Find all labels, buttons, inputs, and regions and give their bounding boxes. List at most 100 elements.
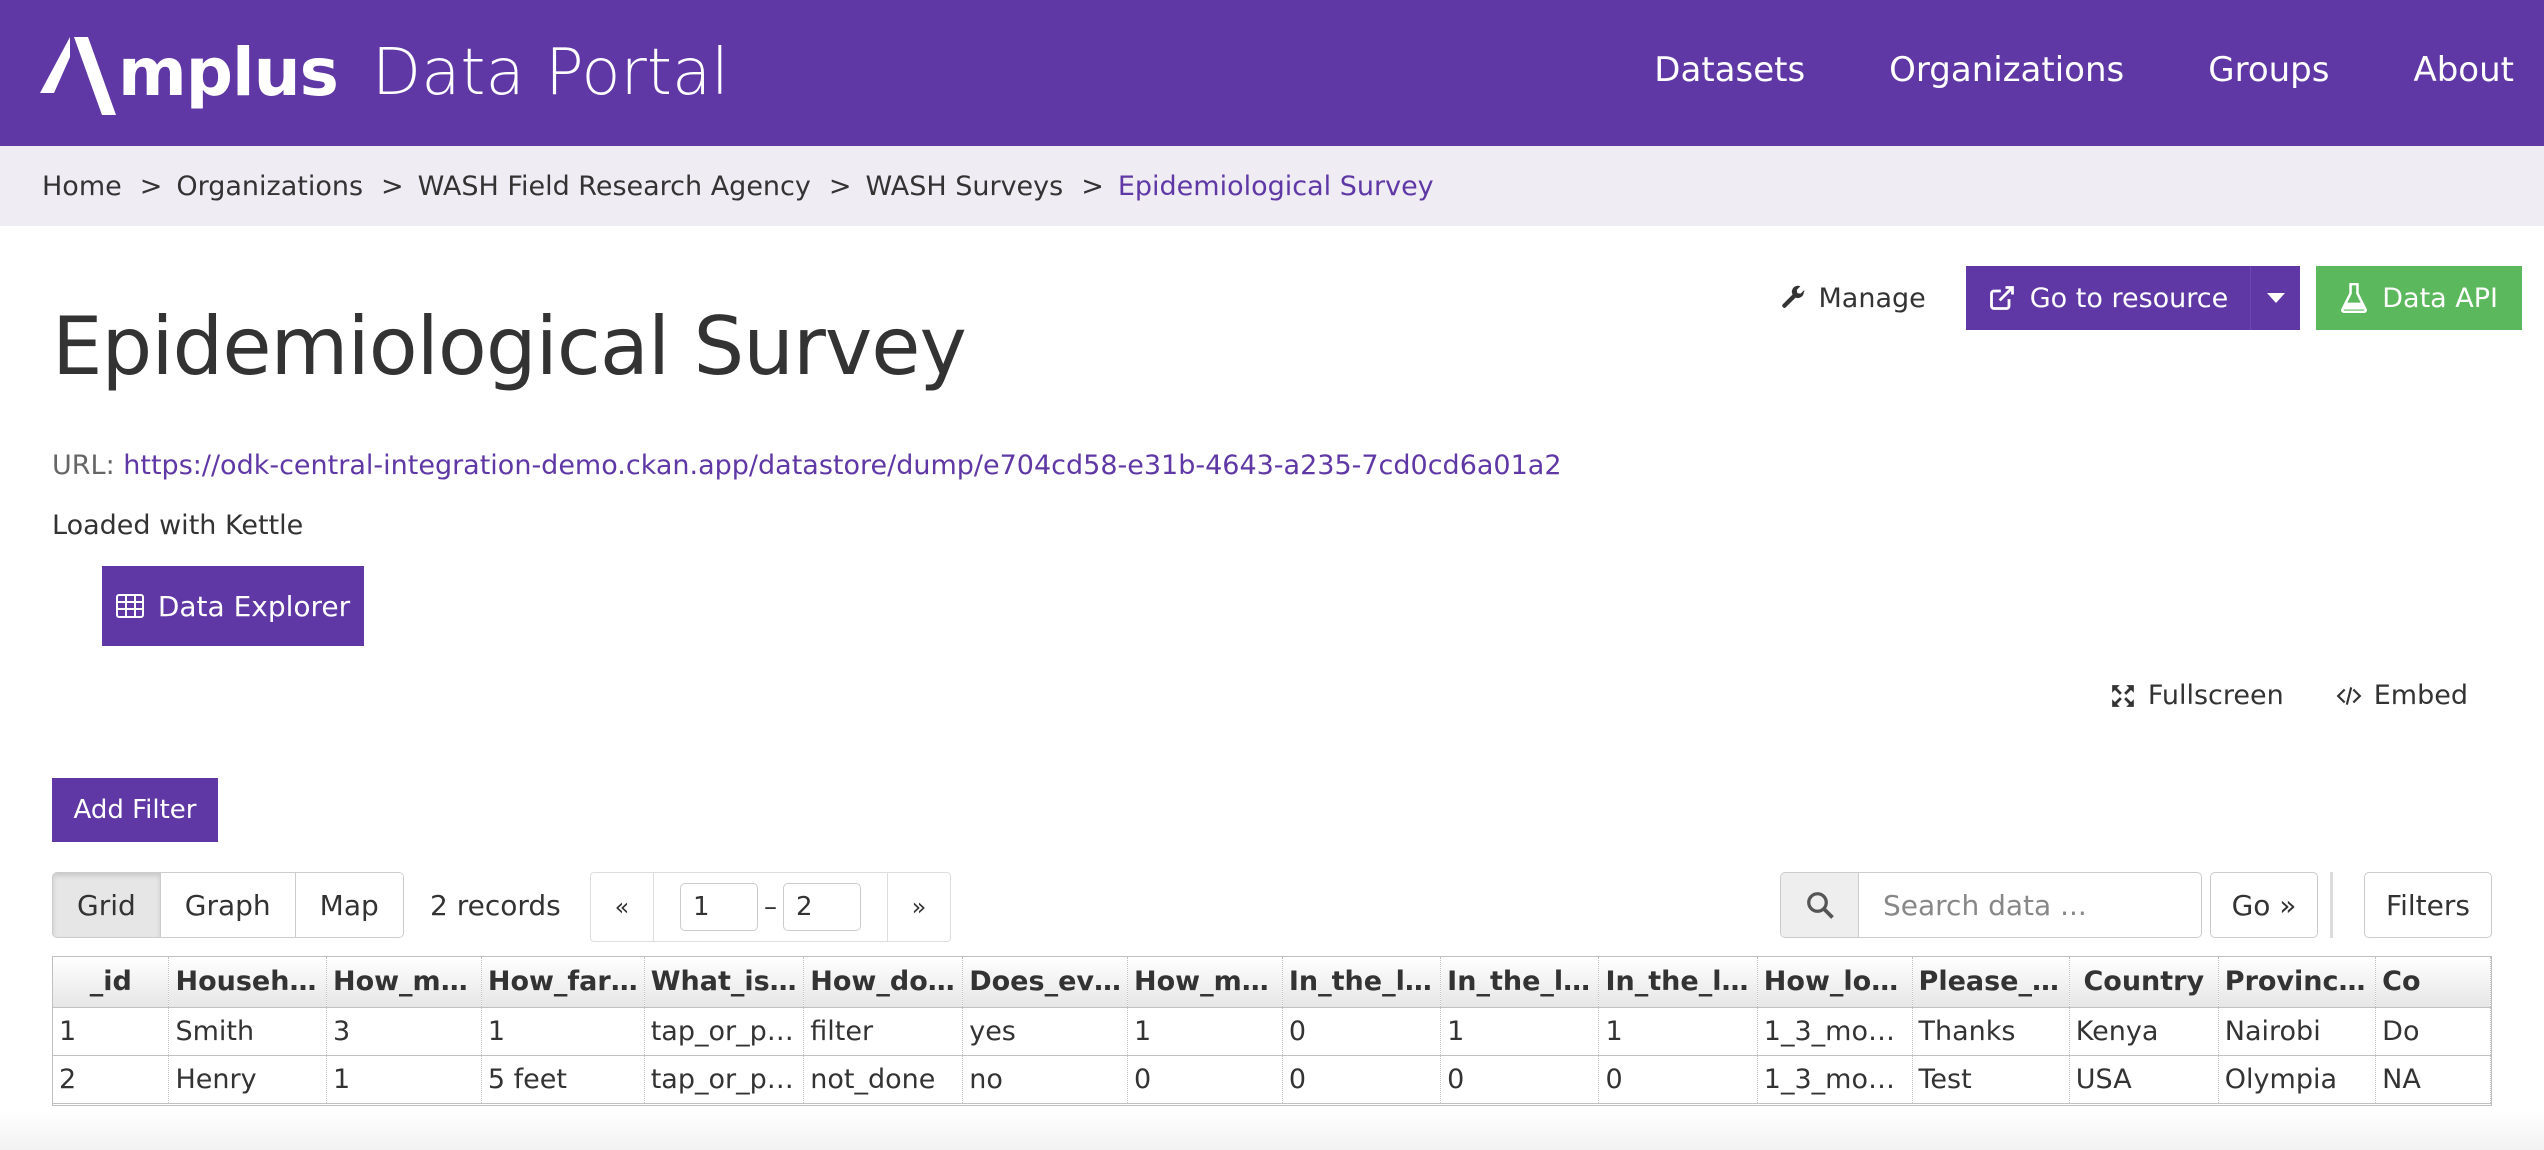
breadcrumb-dataset[interactable]: WASH Surveys	[866, 171, 1064, 202]
manage-label: Manage	[1818, 282, 1926, 314]
table-cell: 1	[1440, 1007, 1600, 1056]
column-header[interactable]: In_the_l…	[1282, 957, 1442, 1008]
column-header[interactable]: Does_ev…	[962, 957, 1128, 1008]
table-cell: Thanks	[1912, 1007, 2070, 1056]
table-cell: tap_or_p…	[644, 1055, 805, 1104]
column-header[interactable]: What_is…	[644, 957, 805, 1008]
table-cell: 0	[1598, 1055, 1758, 1104]
site-logo[interactable]: mplus Data Portal	[40, 28, 729, 118]
column-header[interactable]: _id	[53, 957, 170, 1008]
logo-wordmark: mplus	[118, 34, 339, 111]
next-page-button[interactable]: »	[888, 873, 950, 941]
portal-title: Data Portal	[371, 36, 729, 110]
loaded-with-text: Loaded with Kettle	[52, 510, 304, 541]
filters-button[interactable]: Filters	[2364, 872, 2492, 938]
table-cell: 1	[1127, 1007, 1283, 1056]
search-input[interactable]: Search data ...	[1859, 873, 2201, 937]
go-to-resource-button[interactable]: Go to resource	[1965, 266, 2301, 330]
go-to-resource-dropdown[interactable]	[2250, 266, 2300, 330]
breadcrumb-separator: >	[1081, 170, 1104, 202]
caret-down-icon	[2266, 293, 2285, 303]
toolbar-divider	[2330, 872, 2333, 938]
table-row[interactable]: 1 Smith 3 1 tap_or_p… filter yes 1 0 1 1…	[53, 1007, 2491, 1056]
column-header[interactable]: How_lo…	[1757, 957, 1913, 1008]
main-nav: Datasets Organizations Groups About	[1570, 0, 2514, 140]
url-link[interactable]: https://odk-central-integration-demo.cka…	[123, 450, 1561, 481]
wrench-icon	[1782, 285, 1805, 308]
view-switcher: Grid Graph Map	[52, 872, 404, 938]
column-header[interactable]: Provinc…	[2218, 957, 2377, 1008]
data-explorer-button[interactable]: Data Explorer	[102, 566, 364, 646]
breadcrumb-home[interactable]: Home	[42, 171, 122, 202]
map-view-button[interactable]: Map	[295, 873, 403, 937]
data-grid: _id Househ… How_m… How_far… What_is… How…	[52, 956, 2492, 1106]
add-filter-button[interactable]: Add Filter	[52, 778, 218, 842]
data-explorer-label: Data Explorer	[157, 589, 351, 623]
column-header[interactable]: Co	[2375, 957, 2491, 1008]
page-bottom-shadow	[0, 1110, 2544, 1150]
nav-organizations[interactable]: Organizations	[1889, 50, 2124, 90]
table-cell: Nairobi	[2218, 1007, 2377, 1056]
breadcrumb-current[interactable]: Epidemiological Survey	[1118, 171, 1434, 202]
breadcrumb-organization[interactable]: WASH Field Research Agency	[418, 171, 811, 202]
data-api-button[interactable]: Data API	[2316, 266, 2522, 330]
column-header[interactable]: Househ…	[168, 957, 327, 1008]
nav-groups[interactable]: Groups	[2208, 50, 2329, 90]
column-header[interactable]: How_do…	[803, 957, 964, 1008]
resource-url: URL: https://odk-central-integration-dem…	[52, 450, 1562, 481]
embed-link[interactable]: Embed	[2336, 680, 2468, 711]
table-cell: 1	[1598, 1007, 1758, 1056]
breadcrumb-separator: >	[381, 170, 404, 202]
column-header[interactable]: Please_…	[1912, 957, 2070, 1008]
table-cell: Kenya	[2069, 1007, 2219, 1056]
fullscreen-link[interactable]: Fullscreen	[2110, 680, 2284, 711]
graph-view-button[interactable]: Graph	[160, 873, 296, 937]
header-row: _id Househ… How_m… How_far… What_is… How…	[53, 957, 2491, 1008]
table-cell: Olympia	[2218, 1055, 2377, 1104]
nav-datasets[interactable]: Datasets	[1654, 50, 1805, 90]
go-button[interactable]: Go »	[2210, 872, 2318, 938]
external-link-icon	[1989, 286, 2014, 310]
table-cell: 0	[1282, 1007, 1442, 1056]
table-cell: 0	[1127, 1055, 1283, 1104]
table-cell: yes	[962, 1007, 1128, 1056]
prev-page-button[interactable]: «	[591, 873, 653, 941]
column-header[interactable]: In_the_l…	[1598, 957, 1758, 1008]
column-header[interactable]: Country	[2069, 957, 2219, 1008]
table-row[interactable]: 2 Henry 1 5 feet tap_or_p… not_done no 0…	[53, 1055, 2491, 1104]
column-header[interactable]: How_m…	[326, 957, 482, 1008]
grid-view-button[interactable]: Grid	[53, 873, 161, 937]
page-range: 1 – 2	[653, 873, 888, 941]
fullscreen-label: Fullscreen	[2147, 680, 2284, 711]
table-icon	[115, 594, 144, 618]
site-header: mplus Data Portal Datasets Organizations…	[0, 0, 2544, 146]
table-cell: 0	[1282, 1055, 1442, 1104]
page-title: Epidemiological Survey	[52, 300, 967, 393]
data-table: _id Househ… How_m… How_far… What_is… How…	[53, 957, 2491, 1104]
range-to-input[interactable]: 2	[783, 883, 861, 931]
range-from-input[interactable]: 1	[680, 883, 758, 931]
table-cell: 1	[326, 1055, 482, 1104]
search-box: Search data ...	[1780, 872, 2202, 938]
column-header[interactable]: How_far…	[481, 957, 645, 1008]
breadcrumb-organizations[interactable]: Organizations	[176, 171, 363, 202]
breadcrumb: Home > Organizations > WASH Field Resear…	[0, 146, 2544, 226]
table-cell: filter	[803, 1007, 964, 1056]
table-cell: Do	[2375, 1007, 2491, 1056]
manage-button[interactable]: Manage	[1780, 282, 1926, 314]
flask-icon	[2341, 283, 2368, 313]
column-header[interactable]: How_m…	[1127, 957, 1283, 1008]
table-cell: no	[962, 1055, 1128, 1104]
data-api-label: Data API	[2382, 282, 2498, 314]
go-to-resource-main[interactable]: Go to resource	[1966, 266, 2251, 330]
table-cell: Test	[1912, 1055, 2070, 1104]
table-cell: not_done	[803, 1055, 964, 1104]
search-icon	[1806, 892, 1834, 919]
range-separator: –	[764, 892, 777, 922]
expand-icon	[2111, 684, 2134, 707]
nav-about[interactable]: About	[2413, 50, 2514, 90]
column-header[interactable]: In_the_l…	[1440, 957, 1600, 1008]
amplus-logo-mark-icon	[40, 37, 116, 115]
table-cell: Smith	[168, 1007, 327, 1056]
table-cell: Henry	[168, 1055, 327, 1104]
